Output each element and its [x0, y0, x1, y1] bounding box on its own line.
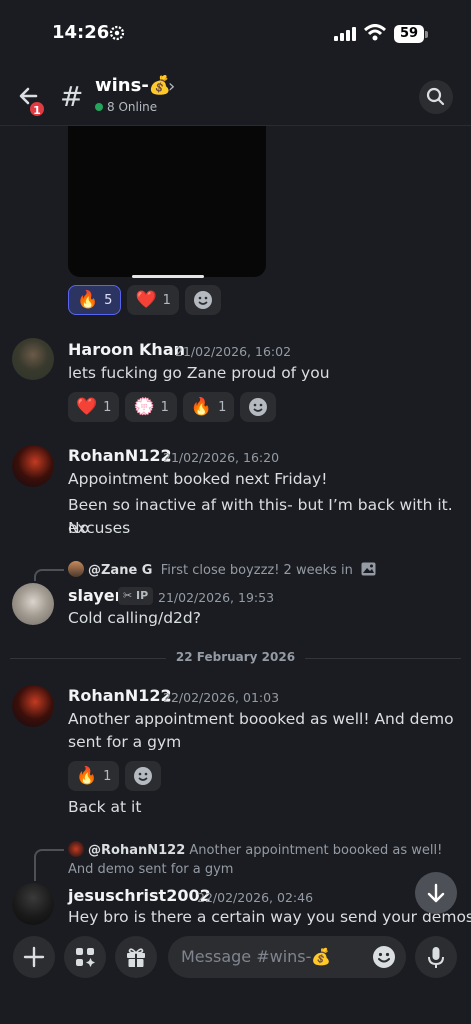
- username[interactable]: Haroon Khan: [68, 340, 185, 359]
- gear-icon: [109, 25, 125, 41]
- microphone-icon: [428, 947, 444, 968]
- plus-icon: [23, 946, 45, 968]
- reply-preview[interactable]: @RohanN122 Another appointment boooked a…: [68, 841, 448, 879]
- video-embed[interactable]: [68, 126, 266, 277]
- search-icon: [426, 87, 445, 106]
- arrow-down-icon: [427, 883, 445, 903]
- status-bar: 14:26 59: [0, 0, 471, 62]
- battery-tip: [425, 31, 428, 38]
- reaction-emoji: 🔥: [77, 290, 99, 310]
- message-composer: Message #wins-💰: [0, 928, 471, 1024]
- emoji-picker-icon[interactable]: [372, 945, 396, 969]
- clock: 14:26: [52, 22, 110, 43]
- gift-icon: [127, 948, 145, 967]
- message-text: Appointment booked next Friday!: [68, 470, 328, 488]
- timestamp: 21/02/2026, 19:53: [158, 590, 275, 605]
- message-input[interactable]: Message #wins-💰: [168, 936, 406, 978]
- apps-button[interactable]: [64, 936, 106, 978]
- video-progress-bar: [132, 275, 204, 278]
- unread-badge: 1: [28, 100, 46, 118]
- hash-icon: #: [60, 80, 84, 113]
- date-divider-label: 22 February 2026: [165, 650, 306, 664]
- reaction-fire[interactable]: 🔥 1: [68, 761, 120, 791]
- jump-to-bottom-button[interactable]: [415, 872, 457, 914]
- channel-header: 1 # wins-💰 › 8 Online: [0, 66, 471, 126]
- reaction-emoji: 🔥: [190, 397, 213, 417]
- avatar[interactable]: [12, 883, 54, 925]
- reaction-heart[interactable]: ❤️ 1: [68, 392, 120, 422]
- avatar[interactable]: [12, 583, 54, 625]
- user-tag-label: IP: [136, 589, 149, 602]
- timestamp: 22/02/2026, 01:03: [163, 690, 280, 705]
- reply-text: First close boyzzz! 2 weeks in: [160, 563, 353, 578]
- reply-avatar: [68, 841, 84, 857]
- message-text: excuses: [68, 519, 131, 537]
- date-divider: 22 February 2026: [0, 650, 471, 664]
- reply-preview[interactable]: @Zane G First close boyzzz! 2 weeks in: [68, 561, 376, 578]
- online-label: 8 Online: [107, 100, 158, 114]
- reply-avatar: [68, 561, 84, 577]
- reaction-row: ❤️ 1 💮 1 🔥 1: [68, 392, 277, 422]
- message-placeholder: Message #wins-💰: [181, 947, 332, 966]
- message-text: Cold calling/d2d?: [68, 609, 201, 627]
- avatar[interactable]: [12, 685, 54, 727]
- add-attachment-button[interactable]: [13, 936, 55, 978]
- reply-connector: [34, 569, 64, 581]
- add-reaction-button[interactable]: [240, 392, 277, 422]
- timestamp: 21/02/2026, 16:20: [163, 450, 280, 465]
- username[interactable]: RohanN122: [68, 686, 172, 705]
- message-text: Another appointment boooked as well! And…: [68, 710, 454, 728]
- smiley-icon: [134, 767, 153, 785]
- reaction-count: 1: [160, 399, 169, 415]
- wifi-icon: [364, 24, 386, 41]
- reaction-flower[interactable]: 💮 1: [125, 392, 177, 422]
- reaction-fire[interactable]: 🔥 1: [182, 392, 235, 422]
- online-dot: [95, 103, 103, 111]
- search-button[interactable]: [419, 80, 453, 114]
- reaction-fire[interactable]: 🔥 5: [68, 285, 122, 315]
- reaction-row: 🔥 1: [68, 761, 162, 791]
- apps-icon: [76, 948, 95, 967]
- reaction-emoji: 🔥: [76, 766, 98, 786]
- battery-indicator: 59: [394, 25, 424, 43]
- username[interactable]: slayer: [68, 586, 122, 605]
- timestamp: 22/02/2026, 02:46: [197, 890, 314, 905]
- reaction-count: 1: [103, 399, 112, 415]
- reaction-row: 🔥 5 ❤️ 1: [68, 285, 221, 315]
- reply-connector: [34, 849, 64, 881]
- username[interactable]: RohanN122: [68, 446, 172, 465]
- reply-username: @RohanN122: [88, 843, 186, 858]
- username[interactable]: jesuschrist2002: [68, 886, 211, 905]
- channel-name[interactable]: wins-💰: [95, 75, 171, 96]
- add-reaction-button[interactable]: [125, 761, 162, 791]
- reaction-count: 1: [162, 292, 171, 308]
- image-attachment-icon: [361, 562, 376, 576]
- gift-button[interactable]: [115, 936, 157, 978]
- reaction-count: 1: [103, 768, 112, 784]
- message-text: lets fucking go Zane proud of you: [68, 364, 330, 382]
- message-text: Hey bro is there a certain way you send …: [68, 908, 471, 926]
- avatar[interactable]: [12, 338, 54, 380]
- reaction-emoji: ❤️: [76, 397, 98, 417]
- reply-username: @Zane G: [88, 563, 153, 578]
- message-text: sent for a gym: [68, 733, 182, 751]
- message-text: Back at it: [68, 798, 142, 816]
- reaction-emoji: ❤️: [135, 290, 157, 310]
- user-tag: ✂ IP: [118, 587, 154, 605]
- reply-text: Another appointment boooked as well!: [189, 843, 443, 858]
- signal-icon: [334, 27, 356, 41]
- add-reaction-button[interactable]: [184, 285, 221, 315]
- timestamp: 21/02/2026, 16:02: [175, 344, 292, 359]
- smiley-icon: [193, 291, 212, 309]
- reply-text: And demo sent for a gym: [68, 862, 234, 877]
- chevron-right-icon[interactable]: ›: [168, 76, 175, 97]
- reaction-count: 1: [218, 399, 227, 415]
- reaction-heart[interactable]: ❤️ 1: [127, 285, 179, 315]
- online-count: 8 Online: [95, 100, 157, 114]
- reaction-count: 5: [104, 292, 113, 308]
- voice-message-button[interactable]: [415, 936, 457, 978]
- avatar[interactable]: [12, 445, 54, 487]
- reaction-emoji: 💮: [133, 397, 155, 417]
- smiley-icon: [249, 398, 268, 416]
